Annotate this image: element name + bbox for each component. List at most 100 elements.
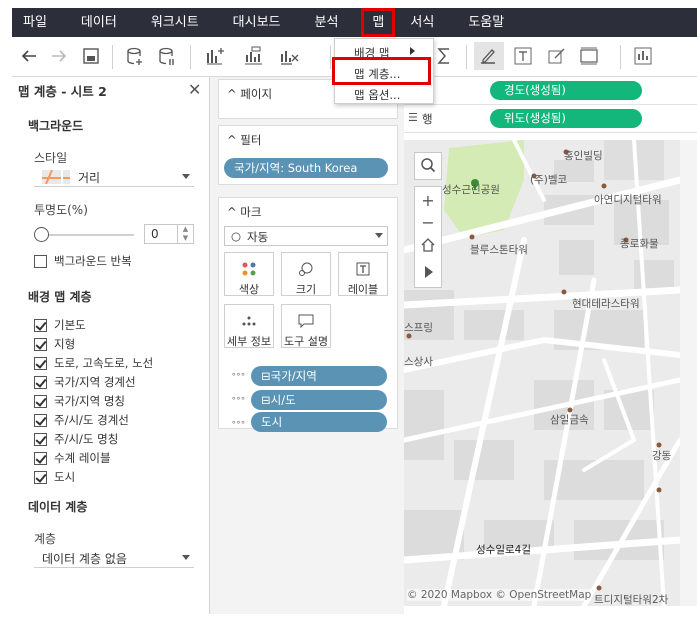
checkbox-box[interactable]	[34, 356, 47, 370]
style-dropdown[interactable]: 거리	[34, 167, 194, 187]
save-icon[interactable]	[80, 45, 102, 67]
menu-map[interactable]: 맵	[361, 8, 396, 37]
map-attribution[interactable]: © 2020 Mapbox © OpenStreetMap	[407, 589, 592, 601]
checkbox-box[interactable]	[34, 254, 47, 268]
highlight-box-map-layers	[332, 57, 431, 85]
zoom-in-icon[interactable]: +	[415, 191, 441, 210]
layer-checkbox-water-labels[interactable]: 수계 레이블	[34, 450, 111, 466]
chevron-down-icon	[182, 174, 190, 179]
filters-card-header: ^ 필터	[227, 132, 261, 148]
rows-pill-latitude[interactable]: 위도(생성됨)	[490, 109, 642, 128]
size-icon	[299, 262, 313, 276]
new-worksheet-icon[interactable]	[204, 45, 226, 67]
menu-data[interactable]: 데이터	[70, 8, 128, 37]
play-arrow-icon[interactable]	[423, 265, 435, 279]
map-layers-panel: 맵 계층 - 시트 2 ✕ 백그라운드 스타일 거리 투명도(%) 0 ▲ ▼ 백…	[12, 77, 210, 614]
checkbox-box[interactable]	[34, 375, 47, 389]
undo-icon[interactable]	[18, 45, 40, 67]
toolbar-separator	[620, 45, 621, 69]
collapse-caret-icon[interactable]: ^	[227, 133, 237, 147]
layer-checkbox-roads[interactable]: 도로, 고속도로, 노선	[34, 355, 153, 371]
mark-field-country[interactable]: ⊟국가/지역	[251, 366, 387, 386]
clear-worksheet-icon[interactable]	[278, 45, 300, 67]
menu-file[interactable]: 파일	[12, 8, 58, 37]
opacity-stepper[interactable]: 0 ▲ ▼	[144, 224, 194, 244]
tooltip-button[interactable]: 도구 설명	[281, 304, 331, 348]
slider-thumb[interactable]	[34, 227, 49, 242]
opacity-value[interactable]: 0	[151, 227, 159, 241]
menu-item-map-options[interactable]: 맵 옵션...	[354, 87, 400, 103]
menu-help[interactable]: 도움말	[457, 8, 515, 37]
background-heading: 백그라운드	[28, 119, 84, 133]
layer-checkbox-state-names[interactable]: 주/시/도 명칭	[34, 431, 118, 447]
menu-dashboard[interactable]: 대시보드	[222, 8, 292, 37]
home-icon[interactable]	[420, 237, 436, 253]
redo-icon[interactable]	[48, 45, 70, 67]
new-datasource-icon[interactable]	[124, 45, 146, 67]
mark-type-dropdown[interactable]: ○ 자동	[224, 226, 388, 246]
detail-dots-icon: ∘∘∘	[231, 418, 246, 428]
stepper-arrows-icon[interactable]: ▲ ▼	[177, 225, 193, 243]
collapse-caret-icon[interactable]: ^	[227, 87, 237, 101]
vertical-scrollbar[interactable]	[680, 140, 697, 606]
map-label: 스프링	[404, 322, 433, 334]
checkbox-box[interactable]	[34, 337, 47, 351]
columns-shelf[interactable]: 경도(생성됨)	[404, 77, 697, 105]
checkbox-box[interactable]	[34, 432, 47, 446]
map-view[interactable]: 홍인빌딩 성수근린공원 (주)벨코 아연디지털타워 블루스톤타워 종로화물 현대…	[404, 140, 680, 606]
menu-item-label: 맵 옵션...	[354, 88, 401, 102]
map-zoom-controls: + −	[414, 186, 442, 288]
layer-checkbox-country-borders[interactable]: 국가/지역 경계선	[34, 374, 136, 390]
checkbox-box[interactable]	[34, 451, 47, 465]
map-search-button[interactable]	[414, 152, 442, 180]
layer-checkbox-terrain[interactable]: 지형	[34, 336, 75, 352]
color-label: 색상	[238, 283, 260, 296]
layer-checkbox-country-names[interactable]: 국가/지역 명칭	[34, 393, 125, 409]
color-button[interactable]: 색상	[224, 252, 274, 296]
filter-pill-country[interactable]: 국가/지역: South Korea	[224, 158, 388, 178]
style-value: 거리	[78, 171, 101, 185]
sum-icon[interactable]	[434, 45, 456, 67]
pause-datasource-icon[interactable]	[156, 45, 178, 67]
duplicate-worksheet-icon[interactable]	[242, 45, 264, 67]
highlighter-icon	[481, 49, 495, 64]
layer-checkbox-cities[interactable]: 도시	[34, 469, 75, 485]
map-label: 성수일로4길	[476, 544, 531, 556]
filters-card[interactable]: ^ 필터 국가/지역: South Korea	[218, 125, 398, 185]
toolbar-separator	[466, 45, 467, 69]
show-me-icon[interactable]	[632, 45, 654, 67]
mark-field-state[interactable]: ⊟시/도	[251, 390, 387, 410]
repeat-background-label: 백그라운드 반복	[54, 254, 132, 268]
tooltip-icon	[298, 314, 314, 328]
label-button[interactable]: 레이블	[338, 252, 388, 296]
data-layer-dropdown[interactable]: 데이터 계층 없음	[34, 548, 194, 568]
rows-shelf[interactable]: ☰ 행 위도(생성됨)	[404, 105, 697, 133]
highlight-button[interactable]	[474, 42, 504, 70]
layer-label: 주/시/도 명칭	[54, 432, 119, 446]
layer-label: 계층	[34, 532, 57, 546]
checkbox-box[interactable]	[34, 318, 47, 332]
columns-pill-longitude[interactable]: 경도(생성됨)	[490, 81, 642, 100]
collapse-caret-icon[interactable]: ^	[227, 205, 237, 219]
repeat-background-checkbox[interactable]: 백그라운드 반복	[34, 253, 132, 269]
map-label: 종로화물	[620, 238, 659, 250]
size-button[interactable]: 크기	[281, 252, 331, 296]
filters-label: 필터	[240, 133, 262, 147]
checkbox-box[interactable]	[34, 413, 47, 427]
detail-button[interactable]: 세부 정보	[224, 304, 274, 348]
opacity-slider[interactable]	[34, 227, 134, 243]
zoom-out-icon[interactable]: −	[415, 213, 441, 232]
checkbox-box[interactable]	[34, 394, 47, 408]
menu-worksheet[interactable]: 워크시트	[140, 8, 210, 37]
mark-field-city[interactable]: 도시	[251, 412, 387, 432]
annotate-icon[interactable]	[546, 45, 568, 67]
menu-format[interactable]: 서식	[399, 8, 445, 37]
layer-checkbox-state-borders[interactable]: 주/시/도 경계선	[34, 412, 129, 428]
text-icon[interactable]	[512, 45, 534, 67]
fit-icon[interactable]	[578, 45, 600, 67]
close-icon[interactable]: ✕	[188, 80, 201, 99]
rows-label: 행	[422, 112, 433, 126]
checkbox-box[interactable]	[34, 470, 47, 484]
layer-checkbox-base[interactable]: 기본도	[34, 317, 86, 333]
menu-analysis[interactable]: 분석	[304, 8, 350, 37]
